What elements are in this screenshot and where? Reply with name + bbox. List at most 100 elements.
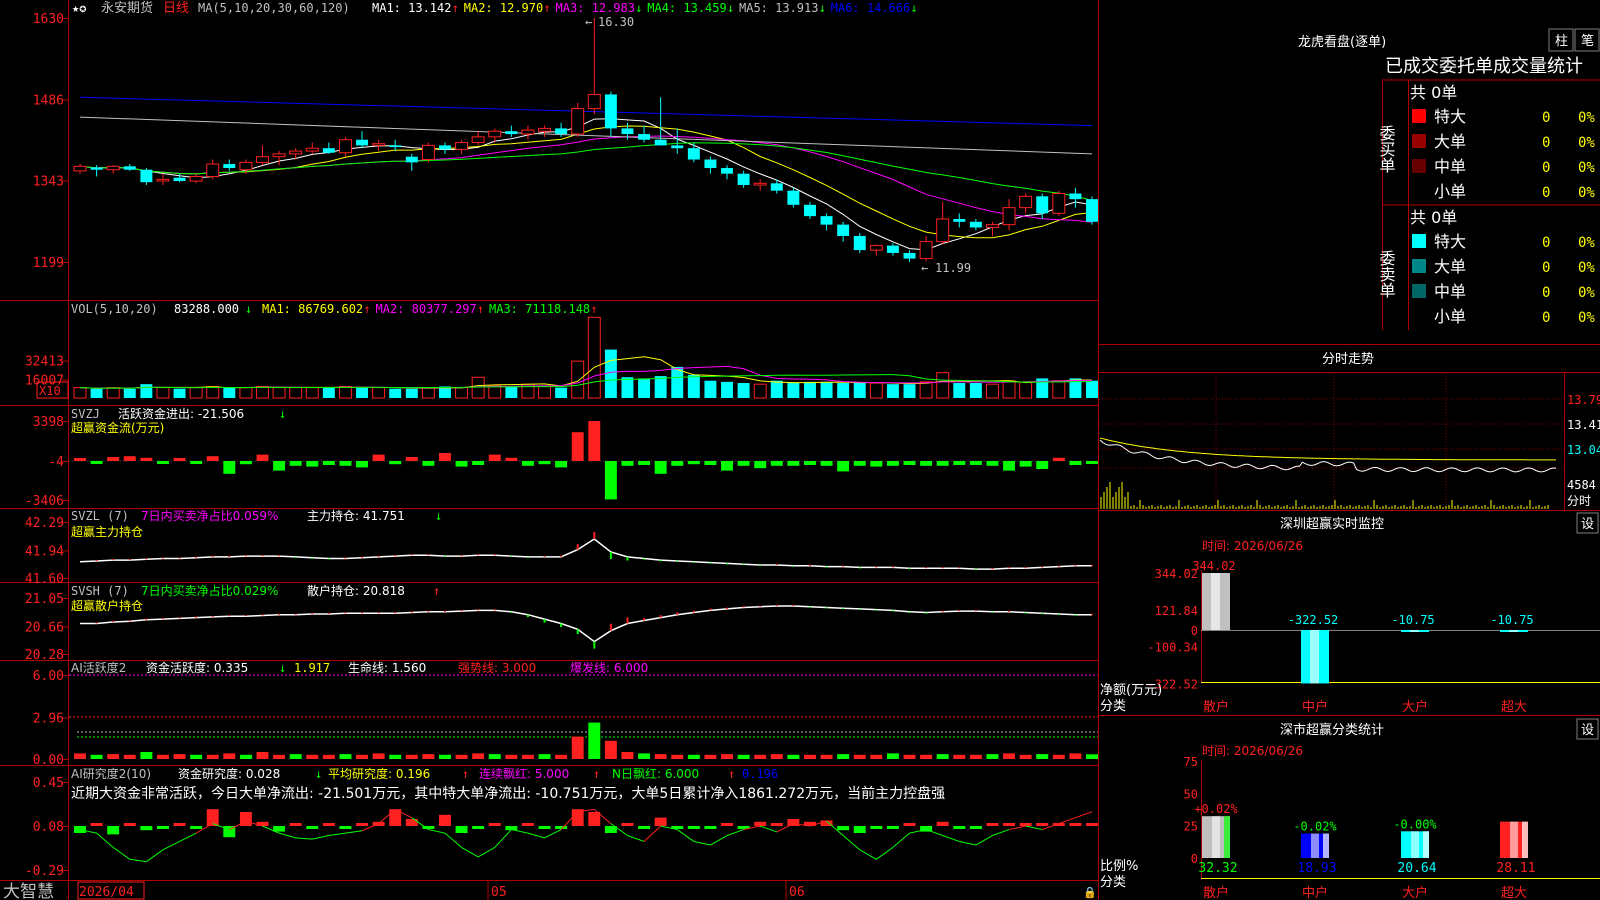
ai-research-bar — [521, 823, 534, 826]
ai-research-bar — [1069, 823, 1082, 826]
ai-active-bar — [837, 754, 850, 759]
ai-research-bar — [721, 823, 733, 826]
ai-research-bar — [588, 812, 601, 826]
ai-research-line-seg — [1058, 817, 1076, 825]
svzj-bar — [1086, 461, 1098, 464]
row-pct: 0% — [1578, 110, 1595, 126]
ai-research-line-seg — [295, 837, 313, 840]
favorite-star-icon[interactable]: ★✪ — [72, 1, 86, 15]
candle-body-up — [919, 241, 933, 260]
ai-research-line-seg — [96, 832, 114, 848]
ai-research-line-seg — [892, 832, 910, 848]
lock-icon[interactable]: 🔒 — [1083, 886, 1097, 899]
classify-bar-highlight — [1212, 816, 1220, 858]
tick-mode-label: 笔 — [1581, 33, 1594, 49]
ai-active-bar — [903, 754, 916, 759]
ai-research-bar — [289, 823, 302, 826]
intraday-panel: 分时走势 13.79 13.41 13.04 4584 分时 — [1099, 351, 1600, 510]
svzj-bar — [123, 456, 136, 461]
svsh-panel: SVSH (7) 7日内买卖净占比0.029% 散户持仓: 20.818 ↑ 超… — [25, 583, 1093, 663]
svzj-bar — [488, 454, 501, 461]
candle-body-down — [687, 148, 700, 160]
candle-body-down — [621, 128, 634, 135]
period-label[interactable]: 日线 — [163, 1, 189, 16]
row-count: 0 — [1542, 285, 1550, 301]
candle-body-down — [505, 131, 518, 135]
candle-body-up — [372, 143, 386, 146]
ma-legend: MA1: 13.142 ↑ MA2: 12.970 ↑ MA3: 12.983 ↓ MA4:… — [372, 1, 918, 15]
ai-research-bar — [870, 826, 883, 829]
svzj-panel: SVZJ 活跃资金进出: -21.506 ↓ 超赢资金流(万元) 3398 -4 -… — [25, 406, 1098, 509]
ai-research-line-seg — [859, 849, 877, 860]
monitor-bar-value: -322.52 — [1288, 613, 1339, 627]
ai-research-line-seg — [676, 829, 695, 842]
candle-body-down — [969, 221, 982, 228]
ai-research-bar — [787, 819, 800, 826]
svzj-bars — [74, 421, 1098, 500]
ai-active-bar — [256, 752, 269, 759]
candle-body-down — [604, 94, 617, 129]
ai-research-bar — [90, 823, 103, 826]
ai-active-bar — [505, 754, 518, 759]
classify-title: 深市超赢分类统计 — [1280, 722, 1384, 738]
candle-body-down — [356, 139, 369, 146]
classify-bar-highlight — [1311, 833, 1319, 858]
ai-active-bar — [1019, 754, 1032, 759]
candle-body-down — [439, 145, 451, 150]
svzj-bar — [223, 461, 236, 474]
ai-active-bar — [687, 754, 700, 759]
y-tick-label: 2.96 — [33, 712, 64, 727]
svzj-bar — [439, 453, 451, 461]
ai-research-fund-arrow: ↓ — [315, 767, 322, 781]
svzj-bar — [273, 461, 286, 471]
intraday-title: 分时走势 — [1322, 351, 1374, 367]
svzj-bar — [737, 461, 750, 466]
svzj-bar — [239, 461, 252, 465]
monitor-y-tick: -100.34 — [1147, 641, 1198, 655]
trading-terminal: 1630 1486 1343 1199 ★✪ 永安期货 日线 MA(5,10,20,3… — [0, 0, 1600, 900]
vol-value: 83288.000 — [174, 302, 239, 316]
monitor-settings-label: 设 — [1581, 517, 1594, 532]
monitor-bar-value: -10.75 — [1490, 613, 1533, 627]
ma-line — [79, 135, 1093, 223]
classify-bar-value: 18.93 — [1297, 861, 1336, 876]
ai-research-bar — [356, 823, 369, 826]
y-tick-label: 0.45 — [33, 776, 64, 791]
ai-active-bar — [455, 754, 468, 759]
candlesticks — [73, 18, 1098, 262]
ai-active-bar — [90, 754, 103, 759]
ai-active-bar — [969, 754, 982, 759]
svzj-sub: 超赢资金流(万元) — [71, 420, 164, 435]
ai-active-y-axis: 6.00 2.96 0.00 — [33, 669, 64, 768]
candle-body-up — [338, 139, 352, 154]
svzj-bar — [1069, 461, 1082, 465]
volume-bar-down — [654, 376, 667, 398]
candle-body-down — [704, 159, 717, 169]
row-count: 0 — [1542, 185, 1550, 201]
ai-active-bar — [1086, 754, 1098, 759]
monitor-bars: 344.02 散户 -322.52 中户 -10.75 大户 -10.75 超大 — [1192, 559, 1533, 715]
svzl-sub: 超赢主力持仓 — [71, 524, 143, 539]
candle-body-up — [156, 178, 170, 182]
intraday-vol-label: 4584 — [1567, 478, 1596, 492]
svzj-bar — [671, 461, 684, 466]
volume-bar-up — [587, 316, 601, 399]
ma-legend-arrow: ↓ — [819, 1, 826, 15]
ai-research-line-seg — [975, 835, 993, 846]
ai-research-line-seg — [328, 832, 346, 837]
y-tick-label: 41.60 — [25, 572, 64, 587]
classify-bar-accent — [1522, 821, 1528, 858]
ai-research-bar — [1036, 823, 1049, 826]
svzj-bar — [422, 461, 435, 466]
y-tick-label: 6.00 — [33, 669, 64, 684]
volume-bar-down — [604, 349, 617, 398]
ai-active-strong: 强势线: 3.000 — [458, 661, 536, 675]
svsh-sub: 超赢散户持仓 — [71, 598, 143, 613]
row-pct: 0% — [1578, 235, 1595, 251]
svzj-bar — [803, 461, 816, 465]
ai-active-life: 生命线: 1.560 — [348, 660, 426, 675]
svzl-ratio: 7日内买卖净占比0.059% — [141, 508, 278, 523]
volume-bar-up — [372, 387, 386, 399]
svzj-bar — [1036, 461, 1049, 469]
ai-research-bar — [156, 826, 169, 829]
